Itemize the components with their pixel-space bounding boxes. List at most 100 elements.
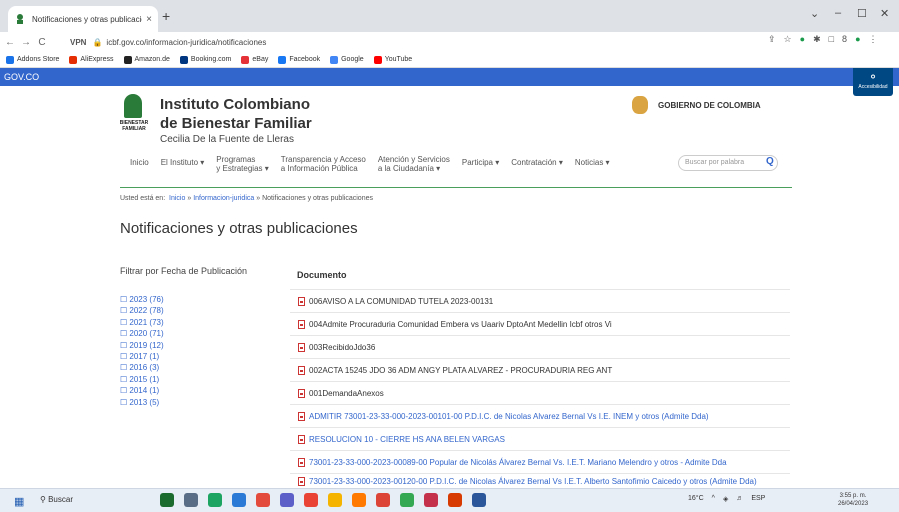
close-window-button[interactable]: ✕ — [880, 7, 889, 20]
year-checkbox[interactable]: ☐ — [120, 329, 129, 338]
document-link[interactable]: 006AVISO A LA COMUNIDAD TUTELA 2023-0013… — [309, 297, 493, 306]
share-icon[interactable]: ⇪ — [768, 34, 776, 45]
year-filter-item[interactable]: ☐ 2019 (12) — [120, 340, 164, 351]
menu-kebab-icon[interactable]: ⋮ — [869, 34, 878, 45]
profile-icon[interactable]: 8 — [842, 34, 847, 45]
year-filter-item[interactable]: ☐ 2016 (3) — [120, 362, 164, 373]
document-link[interactable]: ADMITIR 73001-23-33-000-2023-00101-00 P.… — [309, 412, 709, 421]
menu-item[interactable]: Contratación ▾ — [511, 158, 563, 167]
year-checkbox[interactable]: ☐ — [120, 398, 129, 407]
teams-icon[interactable] — [280, 493, 294, 507]
network-icon[interactable]: ◈ — [723, 495, 728, 503]
app-icon[interactable] — [448, 493, 462, 507]
gobierno-logo[interactable]: GOBIERNO DE COLOMBIA — [632, 96, 761, 114]
year-filter-item[interactable]: ☐ 2013 (5) — [120, 397, 164, 408]
document-link[interactable]: 003RecibidoJdo36 — [309, 343, 375, 352]
document-row[interactable]: 006AVISO A LA COMUNIDAD TUTELA 2023-0013… — [290, 289, 790, 312]
tab-search-dropdown-icon[interactable]: ⌄ — [810, 7, 819, 20]
language-label[interactable]: ESP — [751, 495, 765, 503]
windows-start-icon[interactable]: ▦ — [14, 495, 24, 508]
app-icon[interactable] — [256, 493, 270, 507]
year-checkbox[interactable]: ☐ — [120, 363, 129, 372]
year-filter-item[interactable]: ☐ 2014 (1) — [120, 385, 164, 396]
year-filter-item[interactable]: ☐ 2020 (71) — [120, 328, 164, 339]
new-tab-button[interactable]: + — [162, 8, 170, 24]
document-link[interactable]: 73001-23-33-000-2023-00089-00 Popular de… — [309, 458, 727, 467]
document-link[interactable]: 001DemandaAnexos — [309, 389, 384, 398]
year-checkbox[interactable]: ☐ — [120, 295, 129, 304]
bookmark-item[interactable]: Addons Store — [6, 55, 59, 64]
weather-label[interactable]: 16°C — [688, 495, 704, 503]
document-row[interactable]: 73001-23-33-000-2023-00089-00 Popular de… — [290, 450, 790, 473]
year-checkbox[interactable]: ☐ — [120, 318, 129, 327]
bookmark-item[interactable]: Facebook — [278, 55, 320, 64]
search-icon[interactable]: Q — [766, 156, 774, 167]
extension-shield-icon[interactable]: ● — [800, 34, 805, 45]
lock-icon[interactable]: 🔒 — [92, 38, 102, 47]
browser-tab[interactable]: Notificaciones y otras publicacio × — [8, 6, 158, 32]
document-row[interactable]: RESOLUCION 10 - CIERRE HS ANA BELEN VARG… — [290, 427, 790, 450]
word-icon[interactable] — [472, 493, 486, 507]
document-link[interactable]: RESOLUCION 10 - CIERRE HS ANA BELEN VARG… — [309, 435, 505, 444]
document-link[interactable]: 002ACTA 15245 JDO 36 ADM ANGY PLATA ALVA… — [309, 366, 612, 375]
document-row[interactable]: 004Admite Procuraduria Comunidad Embera … — [290, 312, 790, 335]
document-row[interactable]: 003RecibidoJdo36 — [290, 335, 790, 358]
task-view-icon[interactable] — [184, 493, 198, 507]
volume-icon[interactable]: ♬ — [736, 495, 743, 503]
year-filter-item[interactable]: ☐ 2015 (1) — [120, 374, 164, 385]
sidebar-icon[interactable]: □ — [829, 34, 834, 45]
gov-co-logo[interactable]: GOV.CO — [4, 72, 39, 82]
menu-item[interactable]: Inicio — [130, 158, 149, 167]
forward-button[interactable]: → — [18, 37, 34, 48]
document-link[interactable]: 004Admite Procuraduria Comunidad Embera … — [309, 320, 612, 329]
document-row[interactable]: ADMITIR 73001-23-33-000-2023-00101-00 P.… — [290, 404, 790, 427]
minimize-button[interactable]: – — [835, 7, 841, 19]
year-checkbox[interactable]: ☐ — [120, 386, 129, 395]
bookmark-item[interactable]: Amazon.de — [123, 55, 170, 64]
site-search-input[interactable]: Buscar por palabra — [678, 155, 778, 171]
bookmark-star-icon[interactable]: ☆ — [784, 34, 792, 45]
url-field[interactable]: VPN 🔒 icbf.gov.co/informacion-juridica/n… — [70, 34, 800, 50]
year-checkbox[interactable]: ☐ — [120, 306, 129, 315]
edge-icon[interactable] — [208, 493, 222, 507]
year-checkbox[interactable]: ☐ — [120, 352, 129, 361]
taskbar-search[interactable]: ⚲ Buscar — [40, 495, 73, 504]
year-filter-item[interactable]: ☐ 2022 (78) — [120, 305, 164, 316]
breadcrumb-section-link[interactable]: Informacion-juridica — [193, 195, 254, 202]
app-icon[interactable] — [160, 493, 174, 507]
document-row[interactable]: 001DemandaAnexos — [290, 381, 790, 404]
app-icon[interactable] — [424, 493, 438, 507]
folder-icon[interactable] — [328, 493, 342, 507]
menu-item[interactable]: El Instituto ▾ — [161, 158, 205, 167]
year-filter-item[interactable]: ☐ 2023 (76) — [120, 294, 164, 305]
document-row[interactable]: 002ACTA 15245 JDO 36 ADM ANGY PLATA ALVA… — [290, 358, 790, 381]
vpn-badge[interactable]: VPN — [70, 38, 86, 47]
tab-close-icon[interactable]: × — [146, 14, 152, 25]
back-button[interactable]: ← — [2, 37, 18, 48]
year-checkbox[interactable]: ☐ — [120, 375, 129, 384]
taskbar-clock[interactable]: 3:55 p. m. 26/04/2023 — [838, 492, 868, 508]
chrome-icon[interactable] — [400, 493, 414, 507]
menu-item[interactable]: Atención y Servicios a la Ciudadanía ▾ — [378, 155, 450, 173]
menu-item[interactable]: Programas y Estrategias ▾ — [216, 155, 268, 173]
bookmark-item[interactable]: eBay — [241, 55, 268, 64]
menu-item[interactable]: Participa ▾ — [462, 158, 499, 167]
accessibility-button[interactable]: ⚬ Accesibilidad — [853, 68, 893, 96]
chrome-icon[interactable] — [304, 493, 318, 507]
year-checkbox[interactable]: ☐ — [120, 341, 129, 350]
year-filter-item[interactable]: ☐ 2021 (73) — [120, 317, 164, 328]
bookmark-item[interactable]: Booking.com — [179, 55, 231, 64]
year-filter-item[interactable]: ☐ 2017 (1) — [120, 351, 164, 362]
icbf-logo[interactable]: BIENESTAR FAMILIAR — [118, 94, 148, 140]
breadcrumb-home-link[interactable]: Inicio — [169, 195, 185, 202]
app-icon[interactable] — [352, 493, 366, 507]
store-icon[interactable] — [232, 493, 246, 507]
bookmark-item[interactable]: YouTube — [373, 55, 412, 64]
reload-button[interactable]: C — [34, 37, 50, 48]
menu-item[interactable]: Noticias ▾ — [575, 158, 610, 167]
bookmark-item[interactable]: AliExpress — [69, 55, 114, 64]
bookmark-item[interactable]: Google — [330, 55, 364, 64]
extensions-puzzle-icon[interactable]: ✱ — [813, 34, 821, 45]
document-link[interactable]: 73001-23-33-000-2023-00120-00 P.D.I.C. d… — [309, 477, 757, 487]
maximize-button[interactable]: ☐ — [857, 7, 867, 20]
